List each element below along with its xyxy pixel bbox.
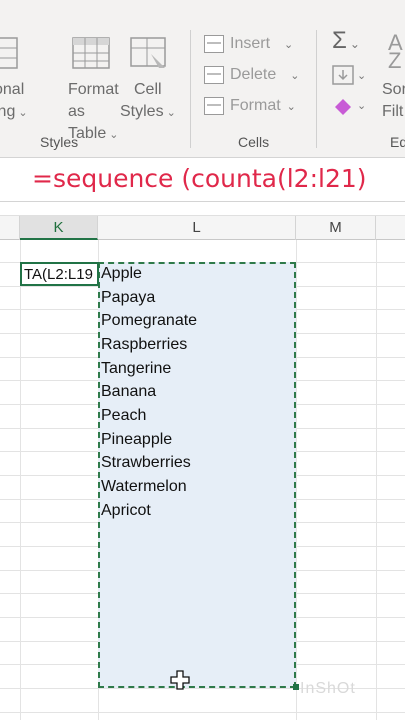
- sheet-top-strip: [0, 202, 405, 216]
- styles-group: onal ing⌄ Format as Table⌄ Cell Styles⌄ …: [0, 0, 190, 158]
- insert-cells-icon: [204, 35, 224, 53]
- clear-button[interactable]: ⌄: [332, 94, 366, 117]
- select-all-corner[interactable]: [0, 216, 20, 240]
- ribbon: onal ing⌄ Format as Table⌄ Cell Styles⌄ …: [0, 0, 405, 158]
- conditional-formatting-icon: [0, 37, 18, 69]
- format-button[interactable]: Format ⌄: [204, 93, 296, 119]
- insert-button[interactable]: Insert ⌄: [204, 31, 293, 57]
- fill-button[interactable]: ⌄: [332, 64, 366, 87]
- active-cell-formula-text: TA(L2:L19: [24, 266, 93, 283]
- delete-cells-icon: [204, 66, 224, 84]
- cells-group: Insert ⌄ Delete ⌄ Format ⌄ Cells: [204, 0, 314, 158]
- format-as-table-icon: [72, 37, 110, 69]
- delete-label: Delete: [230, 66, 277, 83]
- fill-down-icon: [332, 65, 354, 85]
- list-item[interactable]: Strawberries: [101, 451, 191, 475]
- group-divider: [190, 30, 191, 148]
- sigma-icon: Σ: [332, 27, 347, 54]
- sort-filter-button[interactable]: A Z: [388, 32, 403, 72]
- delete-button[interactable]: Delete ⌄: [204, 62, 299, 88]
- format-label: Format: [230, 97, 281, 114]
- format-as-table-button[interactable]: [60, 36, 122, 70]
- cell-styles-icon: [130, 37, 166, 68]
- list-item[interactable]: Apple: [101, 262, 142, 286]
- watermark: InShOt: [300, 680, 356, 697]
- sort-filter-label: Sor Filt: [382, 81, 405, 120]
- group-divider: [316, 30, 317, 148]
- list-item[interactable]: Pomegranate: [101, 309, 197, 333]
- eraser-icon: [335, 98, 351, 115]
- formula-caption: =sequence (counta(l2:l21): [32, 164, 367, 193]
- list-item[interactable]: Papaya: [101, 286, 155, 310]
- list-item[interactable]: Tangerine: [101, 357, 171, 381]
- list-item[interactable]: Raspberries: [101, 333, 187, 357]
- styles-group-label: Styles: [40, 134, 79, 150]
- list-item[interactable]: Apricot: [101, 499, 151, 523]
- list-item[interactable]: Peach: [101, 404, 146, 428]
- cross-cursor-icon: [170, 670, 190, 690]
- column-header-m[interactable]: M: [296, 216, 376, 240]
- list-item[interactable]: Banana: [101, 380, 156, 404]
- editing-group: Σ ⌄ ⌄ ⌄ A Z Sor Filt Ed: [326, 0, 405, 158]
- autosum-button[interactable]: Σ ⌄: [332, 27, 360, 55]
- conditional-formatting-button[interactable]: [0, 36, 28, 70]
- list-item[interactable]: Watermelon: [101, 475, 187, 499]
- insert-label: Insert: [230, 35, 271, 52]
- column-headers: K L M: [0, 216, 405, 240]
- cell-styles-button[interactable]: [126, 36, 172, 70]
- editing-group-label: Ed: [390, 134, 405, 150]
- grid-line: [20, 240, 21, 720]
- grid-line: [376, 240, 377, 720]
- list-item[interactable]: Pineapple: [101, 428, 172, 452]
- conditional-formatting-label: onal ing⌄: [0, 81, 28, 120]
- column-header-n[interactable]: [376, 216, 405, 240]
- formula-caption-band: =sequence (counta(l2:l21): [0, 158, 405, 202]
- grid-line: [296, 240, 297, 720]
- active-cell-k2[interactable]: TA(L2:L19: [20, 262, 99, 286]
- grid-line: [0, 712, 405, 713]
- cells-group-label: Cells: [238, 134, 270, 150]
- cell-styles-label: Cell Styles ⌄: [120, 81, 176, 120]
- column-header-l[interactable]: L: [98, 216, 296, 240]
- fill-handle[interactable]: [293, 684, 299, 690]
- format-cells-icon: [204, 97, 224, 115]
- worksheet: K L M Apple Papaya Pomegranate Raspberri…: [0, 202, 405, 720]
- column-header-k[interactable]: K: [20, 216, 98, 240]
